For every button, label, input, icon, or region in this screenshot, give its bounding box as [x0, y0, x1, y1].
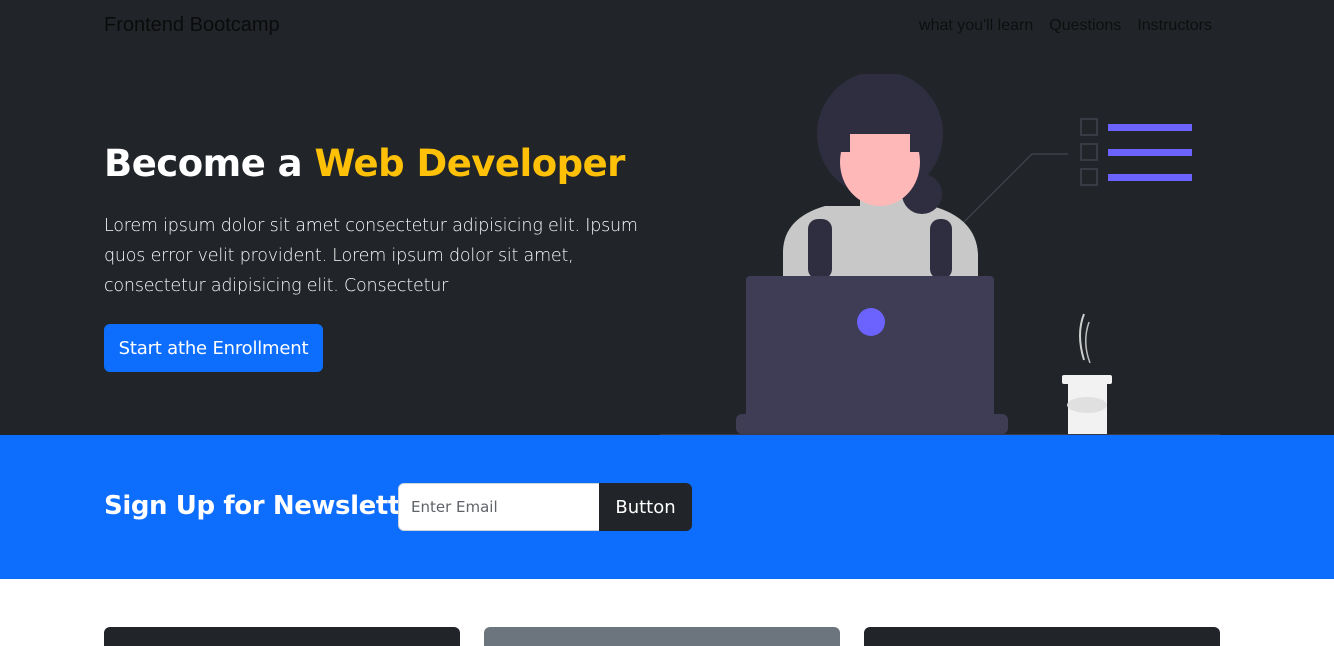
newsletter-submit-button[interactable]: Button	[599, 483, 692, 531]
coffee-cup-icon	[1062, 313, 1112, 434]
nav-links: what you'll learn Questions Instructors	[919, 17, 1212, 35]
hero-section: Become a Web Developer Lorem ipsum dolor…	[0, 58, 1334, 435]
newsletter-section: Sign Up for Newsletter Button	[0, 435, 1334, 579]
navbar-brand[interactable]: Frontend Bootcamp	[104, 14, 280, 37]
enroll-button[interactable]: Start athe Enrollment	[104, 324, 323, 372]
developer-illustration	[660, 74, 1220, 435]
feature-card-3	[864, 627, 1220, 646]
hero-title: Become a Web Developer	[104, 142, 625, 185]
checklist-icon	[959, 118, 1192, 227]
hero-title-prefix: Become a	[104, 142, 315, 185]
hero-title-accent: Web Developer	[314, 142, 626, 185]
hero-lead: Lorem ipsum dolor sit amet consectetur a…	[104, 216, 638, 296]
feature-card-1	[104, 627, 460, 646]
person-figure	[783, 74, 978, 279]
laptop-icon	[736, 276, 1008, 434]
nav-link-questions[interactable]: Questions	[1049, 17, 1121, 35]
feature-card-2	[484, 627, 840, 646]
nav-link-learn[interactable]: what you'll learn	[919, 17, 1033, 35]
feature-boxes	[0, 579, 1334, 646]
email-input[interactable]	[398, 483, 600, 531]
newsletter-title: Sign Up for Newsletter	[104, 491, 430, 521]
navbar: Frontend Bootcamp what you'll learn Ques…	[0, 0, 1334, 58]
nav-link-instructors[interactable]: Instructors	[1137, 17, 1212, 35]
